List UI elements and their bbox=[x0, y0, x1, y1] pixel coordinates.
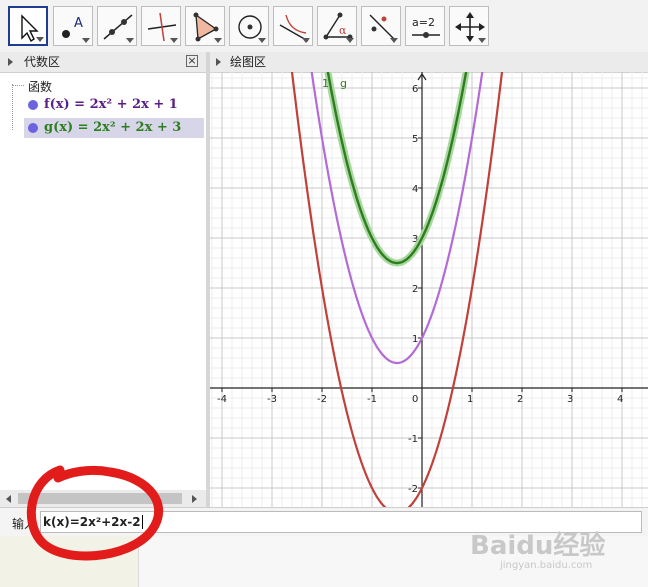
y-tick-label: 2 bbox=[412, 284, 418, 295]
tool-menu-arrow-icon bbox=[478, 38, 486, 43]
slider-label: a=2 bbox=[412, 16, 435, 29]
input-value: k(x)=2x²+2x-2 bbox=[43, 515, 141, 529]
x-tick-label: -3 bbox=[267, 394, 277, 405]
x-tick-label: 3 bbox=[567, 394, 573, 405]
grid bbox=[210, 72, 648, 507]
angle-label: α bbox=[339, 24, 347, 37]
tool-menu-arrow-icon bbox=[82, 38, 90, 43]
tool-menu-arrow-icon bbox=[36, 37, 44, 42]
function-g-label: g(x) = 2x² + 2x + 3 bbox=[44, 120, 182, 135]
algebra-item-f[interactable]: f(x) = 2x² + 2x + 1 bbox=[24, 95, 204, 115]
toolbar: A α a=2 bbox=[0, 0, 648, 53]
input-label: 输入 bbox=[12, 517, 37, 531]
x-tick-label: -4 bbox=[217, 394, 227, 405]
x-tick-label: -1 bbox=[367, 394, 377, 405]
category-functions[interactable]: 函数 bbox=[28, 78, 52, 95]
algebra-header: 代数区 × bbox=[0, 52, 206, 73]
graphics-view[interactable]: 绘图区 -4 -3 -2 -1 0 1 2 3 4 6 5 4 3 2 1 -1 -2 1 g bbox=[210, 52, 648, 507]
move-view-tool-button[interactable] bbox=[449, 6, 489, 46]
text-cursor: ​ bbox=[141, 515, 143, 529]
bottom-strip bbox=[0, 536, 139, 587]
algebra-view: 代数区 × 函数 f(x) = 2x² + 2x + 1 g(x) = 2x² … bbox=[0, 52, 210, 507]
close-icon[interactable]: × bbox=[186, 55, 198, 67]
y-tick-label: -2 bbox=[408, 484, 418, 495]
polygon-tool-button[interactable] bbox=[185, 6, 225, 46]
y-tick-label: 1 bbox=[412, 334, 418, 345]
y-tick-label: -1 bbox=[408, 434, 418, 445]
y-tick-label: 5 bbox=[412, 134, 418, 145]
tool-menu-arrow-icon bbox=[346, 38, 354, 43]
visibility-toggle-icon[interactable] bbox=[28, 123, 38, 133]
scroll-thumb[interactable] bbox=[18, 493, 182, 504]
collapse-arrow-icon[interactable] bbox=[8, 58, 13, 66]
curve-label-1: 1 bbox=[322, 77, 329, 90]
tool-menu-arrow-icon bbox=[390, 38, 398, 43]
x-tick-label: 4 bbox=[617, 394, 623, 405]
tree-connector bbox=[12, 84, 13, 130]
reflect-tool-button[interactable] bbox=[361, 6, 401, 46]
scroll-right-icon[interactable] bbox=[192, 495, 197, 503]
perpendicular-tool-button[interactable] bbox=[141, 6, 181, 46]
watermark-url: jingyan.baidu.com bbox=[500, 560, 593, 571]
graphics-header: 绘图区 bbox=[210, 52, 648, 73]
scroll-left-icon[interactable] bbox=[6, 495, 11, 503]
tangent-tool-button[interactable] bbox=[273, 6, 313, 46]
tool-menu-arrow-icon bbox=[302, 38, 310, 43]
point-tool-button[interactable]: A bbox=[53, 6, 93, 46]
point-label: A bbox=[74, 16, 83, 31]
y-tick-label: 4 bbox=[412, 184, 418, 195]
slider-tool-button[interactable]: a=2 bbox=[405, 6, 445, 46]
curve-label-g: g bbox=[340, 77, 347, 90]
tool-menu-arrow-icon bbox=[170, 38, 178, 43]
line-tool-button[interactable] bbox=[97, 6, 137, 46]
tree-connector bbox=[12, 85, 24, 86]
move-tool-button[interactable] bbox=[8, 6, 48, 46]
curves bbox=[286, 72, 508, 507]
x-tick-label: -2 bbox=[317, 394, 327, 405]
tool-menu-arrow-icon bbox=[258, 38, 266, 43]
watermark-logo: Baidu经验 bbox=[470, 531, 606, 561]
angle-tool-button[interactable]: α bbox=[317, 6, 357, 46]
graphics-title: 绘图区 bbox=[230, 55, 267, 69]
tool-menu-arrow-icon bbox=[214, 38, 222, 43]
visibility-toggle-icon[interactable] bbox=[28, 100, 38, 110]
algebra-item-g[interactable]: g(x) = 2x² + 2x + 3 bbox=[24, 118, 204, 138]
slider-tool-icon: a=2 bbox=[412, 16, 440, 38]
tool-menu-arrow-icon bbox=[126, 38, 134, 43]
function-f-label: f(x) = 2x² + 2x + 1 bbox=[44, 97, 178, 112]
circle-tool-button[interactable] bbox=[229, 6, 269, 46]
algebra-title: 代数区 bbox=[24, 55, 61, 69]
collapse-arrow-icon[interactable] bbox=[216, 58, 221, 66]
x-tick-label: 1 bbox=[467, 394, 473, 405]
x-tick-label: 2 bbox=[517, 394, 523, 405]
move-tool-icon bbox=[21, 14, 39, 43]
curve-h[interactable] bbox=[286, 72, 508, 507]
horizontal-scrollbar[interactable] bbox=[0, 490, 206, 507]
coordinate-plane[interactable]: -4 -3 -2 -1 0 1 2 3 4654321-1-2 1 g bbox=[210, 72, 648, 507]
y-tick-label: 6 bbox=[412, 84, 418, 95]
x-tick-label: 0 bbox=[412, 394, 418, 405]
